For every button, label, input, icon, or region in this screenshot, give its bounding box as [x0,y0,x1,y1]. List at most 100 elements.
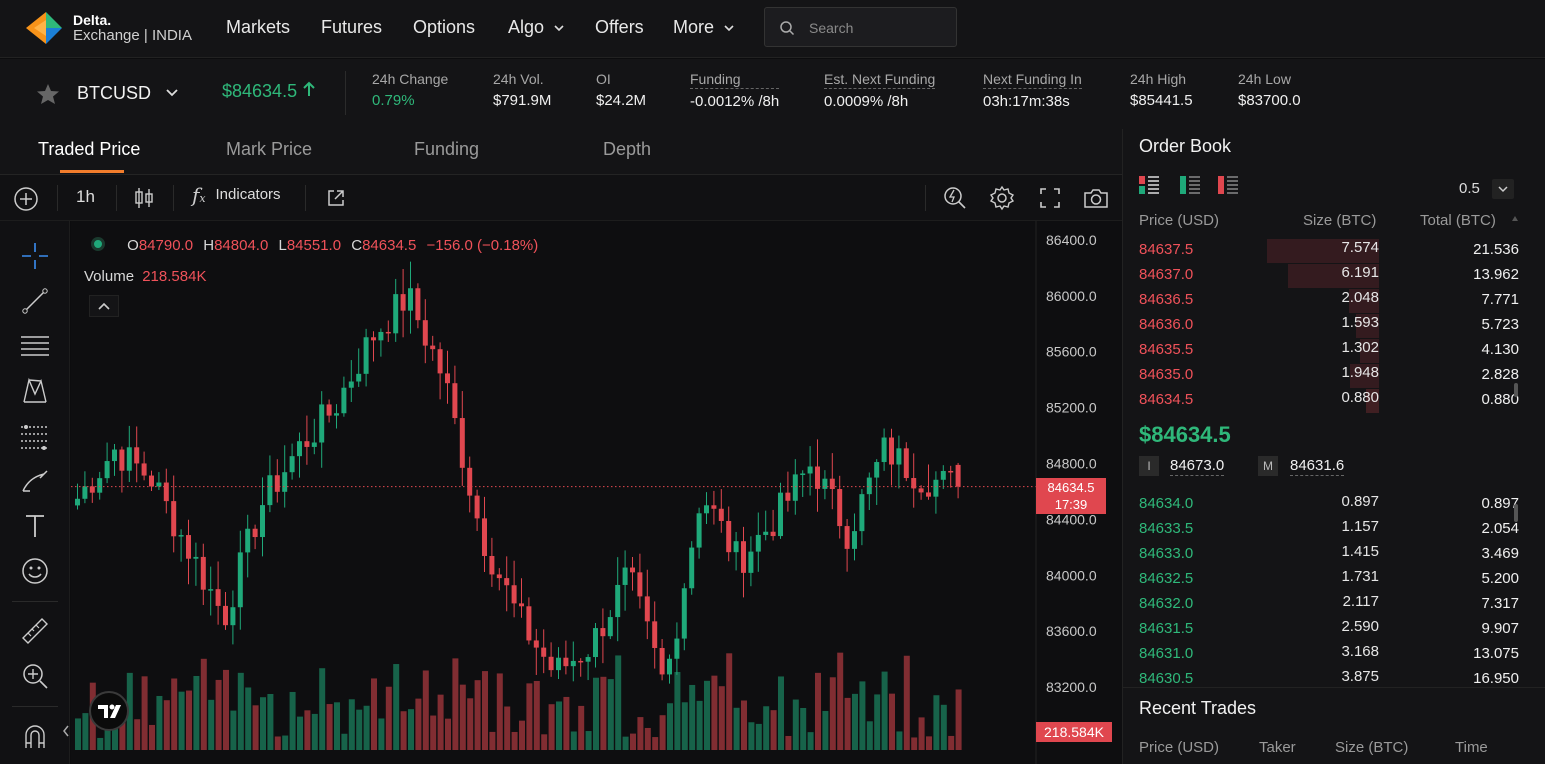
volume-bar [519,720,525,750]
candle-body [541,647,547,657]
ask-row[interactable]: 84636.0 1.593 5.723 [1139,314,1519,339]
ruler-icon[interactable] [20,616,50,646]
nav-futures[interactable]: Futures [321,17,382,38]
tab-depth[interactable]: Depth [603,139,651,160]
magnet-icon[interactable] [20,721,50,751]
volume-bar [770,710,777,750]
divider [1123,687,1545,688]
volume-bar [371,678,377,750]
volume-bar [459,684,466,750]
candle-body [948,470,954,473]
pattern-tool-icon[interactable] [20,376,50,406]
bid-row[interactable]: 84632.0 2.117 7.317 [1139,593,1519,618]
stat-next-funding-in[interactable]: Next Funding In 03h:17m:38s [983,71,1082,110]
tab-mark-price[interactable]: Mark Price [226,139,312,160]
search-placeholder: Search [809,20,854,36]
bid-total: 9.907 [1481,620,1519,637]
asks-scrollbar[interactable] [1514,383,1518,397]
candle-body [570,660,576,667]
book-view-asks-icon[interactable] [1218,176,1238,194]
volume-bar [245,687,252,750]
nav-markets[interactable]: Markets [226,17,290,38]
search-input[interactable]: Search [764,7,957,47]
nav-algo[interactable]: Algo [508,17,565,38]
ask-row[interactable]: 84634.5 0.880 0.880 [1139,389,1519,414]
stat-label: 24h Change [372,71,449,87]
mark-price-value[interactable]: 84631.6 [1290,457,1345,476]
settings-gear-icon[interactable] [989,185,1015,211]
candle-body [533,640,539,648]
scroll-up-icon[interactable] [1511,215,1519,223]
stat-est-next-funding[interactable]: Est. Next Funding 0.0009% /8h [824,71,936,110]
collapse-chevron-icon[interactable] [62,724,70,738]
candle-body [385,331,391,334]
symbol-selector[interactable]: BTCUSD [77,83,180,104]
quick-search-icon[interactable] [942,185,968,211]
interval-selector[interactable]: 1h [76,187,95,207]
indicators-button[interactable]: fx Indicators [192,183,281,207]
price-chart[interactable]: 86400.0 86000.0 85600.0 85200.0 84800.0 84400… [71,221,1122,764]
brand-line2: Exchange | INDIA [73,27,192,44]
candle-body [97,478,103,493]
tab-traded-price[interactable]: Traded Price [38,139,140,160]
candle-body [356,373,362,382]
bid-row[interactable]: 84631.5 2.590 9.907 [1139,618,1519,643]
bid-row[interactable]: 84632.5 1.731 5.200 [1139,568,1519,593]
bid-row[interactable]: 84633.5 1.157 2.054 [1139,518,1519,543]
volume-bar [607,679,614,750]
bid-row[interactable]: 84633.0 1.415 3.469 [1139,543,1519,568]
tradingview-logo[interactable] [89,691,129,731]
stat-funding[interactable]: Funding -0.0012% /8h [690,71,780,110]
delta-logo-icon[interactable] [24,10,64,46]
nav-more[interactable]: More [673,17,735,38]
tick-size-select[interactable]: 0.5 [1459,179,1515,199]
volume-bar [615,655,622,750]
book-view-bids-icon[interactable] [1180,176,1200,194]
volume-bar [511,731,518,750]
camera-icon[interactable] [1082,186,1110,210]
text-tool-icon[interactable] [20,511,50,541]
candlestick-chart[interactable]: 86400.086000.085600.085200.084800.084400… [71,221,1122,764]
collapse-legend-button[interactable] [89,295,119,317]
tab-funding[interactable]: Funding [414,139,479,160]
emoji-icon[interactable] [20,556,50,586]
current-price-tag: 84634.5 17:39 [1036,478,1106,514]
series-visibility-dot[interactable] [91,237,105,251]
nav-offers[interactable]: Offers [595,17,644,38]
book-view-both-icon[interactable] [1139,176,1159,194]
candle-body [289,456,295,473]
zoom-in-icon[interactable] [20,661,50,691]
nav-options[interactable]: Options [413,17,475,38]
index-price-value[interactable]: 84673.0 [1170,457,1225,476]
ask-price: 84635.5 [1139,341,1194,358]
bid-row[interactable]: 84630.5 3.875 16.950 [1139,668,1519,687]
candle-body [519,603,524,607]
add-symbol-icon[interactable] [13,186,39,212]
header-total: Total (BTC) [1420,212,1496,229]
candle-type-icon[interactable] [133,186,155,210]
bids-scrollbar[interactable] [1514,504,1518,522]
ask-row[interactable]: 84637.5 7.574 21.536 [1139,239,1519,264]
fib-retracement-icon[interactable] [20,421,50,451]
brand-name[interactable]: Delta. Exchange | INDIA [73,12,192,44]
candle-body [726,520,732,553]
crosshair-icon[interactable] [20,241,50,271]
volume-bar [311,713,318,750]
ask-row[interactable]: 84635.0 1.948 2.828 [1139,364,1519,389]
volume-bar [75,718,81,750]
brush-icon[interactable] [20,466,50,496]
candle-body [119,449,125,471]
ask-row[interactable]: 84637.0 6.191 13.962 [1139,264,1519,289]
ask-row[interactable]: 84636.5 2.048 7.771 [1139,289,1519,314]
fullscreen-icon[interactable] [1038,186,1062,210]
star-icon[interactable] [36,83,60,105]
ask-row[interactable]: 84635.5 1.302 4.130 [1139,339,1519,364]
open-external-icon[interactable] [326,188,346,208]
volume-bar [792,699,799,750]
horizontal-lines-icon[interactable] [20,331,50,361]
bid-row[interactable]: 84631.0 3.168 13.075 [1139,643,1519,668]
ask-total: 2.828 [1481,366,1519,383]
stat-value: $791.9M [493,92,552,109]
bid-row[interactable]: 84634.0 0.897 0.897 [1139,493,1519,518]
trend-line-icon[interactable] [20,286,50,316]
